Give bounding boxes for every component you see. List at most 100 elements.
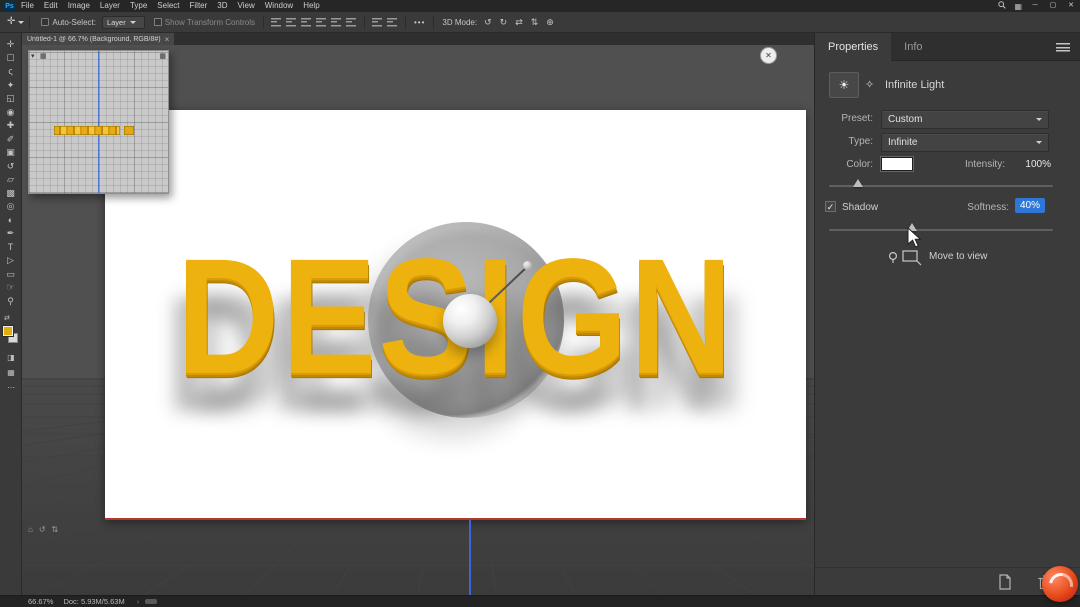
- document-canvas[interactable]: DESIGN: [105, 110, 806, 520]
- panel-tab-bar: Properties Info: [815, 33, 1080, 61]
- home-view-icon[interactable]: ⌂: [28, 525, 33, 534]
- secondary-view-swap-icon[interactable]: ▦: [159, 53, 166, 60]
- roll-3d-camera-icon[interactable]: ↻: [496, 17, 512, 28]
- menu-filter[interactable]: Filter: [185, 0, 213, 12]
- light-widget-sphere[interactable]: [443, 294, 497, 348]
- shadow-checkbox[interactable]: ✓: [825, 201, 836, 212]
- light-type-dropdown[interactable]: Infinite: [881, 133, 1049, 152]
- status-chevron-icon[interactable]: ›: [137, 597, 140, 606]
- orbit-3d-camera-icon[interactable]: ↺: [480, 17, 496, 28]
- eyedropper-tool-icon[interactable]: ◉: [0, 106, 21, 120]
- light-handle-knob[interactable]: [523, 261, 532, 270]
- slide-3d-camera-icon[interactable]: ⇅: [527, 17, 543, 28]
- align-right-icon[interactable]: [301, 18, 312, 27]
- orbit-view-icon[interactable]: ↺: [39, 525, 46, 534]
- preset-dropdown[interactable]: Custom: [881, 110, 1049, 129]
- marquee-tool-icon[interactable]: ☐: [0, 52, 21, 66]
- tool-glyph: ς: [8, 67, 12, 76]
- menu-file[interactable]: File: [16, 0, 39, 12]
- document-tab[interactable]: Untitled-1 @ 66.7% (Background, RGB/8#) …: [22, 33, 174, 45]
- brush-tool-icon[interactable]: ✐: [0, 133, 21, 147]
- panel-menu-icon[interactable]: [1056, 43, 1070, 52]
- menu-select[interactable]: Select: [152, 0, 184, 12]
- softness-slider-track[interactable]: [829, 229, 1053, 231]
- menu-window[interactable]: Window: [260, 0, 298, 12]
- menu-type[interactable]: Type: [125, 0, 152, 12]
- align-center-h-icon[interactable]: [286, 18, 297, 27]
- align-middle-icon[interactable]: [331, 18, 342, 27]
- auto-select-checkbox[interactable]: [41, 18, 49, 26]
- pen-tool-icon[interactable]: ✒: [0, 227, 21, 241]
- hand-tool-icon[interactable]: ☞: [0, 281, 21, 295]
- foreground-color-swatch[interactable]: [3, 326, 13, 336]
- menu-layer[interactable]: Layer: [95, 0, 125, 12]
- swap-view-icon[interactable]: ⇅: [52, 525, 59, 534]
- healing-brush-tool-icon[interactable]: ✚: [0, 119, 21, 133]
- zoom-3d-camera-icon[interactable]: ⊕: [542, 17, 558, 28]
- blur-tool-icon[interactable]: ◎: [0, 200, 21, 214]
- move-tool-preset-icon[interactable]: ✛: [7, 17, 15, 27]
- tool-preset-caret-icon[interactable]: [18, 21, 24, 24]
- align-top-icon[interactable]: [316, 18, 327, 27]
- move-to-view-label[interactable]: Move to view: [929, 251, 987, 262]
- workspace-switcher-icon[interactable]: ▦: [1010, 2, 1026, 11]
- path-selection-tool-icon[interactable]: ▷: [0, 254, 21, 268]
- 3d-mode-label: 3D Mode:: [442, 18, 477, 27]
- menu-help[interactable]: Help: [298, 0, 324, 12]
- distribute-h-icon[interactable]: [372, 18, 383, 27]
- search-icon[interactable]: [994, 1, 1010, 11]
- status-scrollbar-thumb[interactable]: [145, 599, 157, 604]
- top-view-guide: [98, 51, 99, 193]
- quick-selection-tool-icon[interactable]: ✦: [0, 79, 21, 93]
- clone-stamp-tool-icon[interactable]: ▣: [0, 146, 21, 160]
- secondary-view-mode-icon[interactable]: ▦: [40, 53, 47, 60]
- zoom-tool-icon[interactable]: ⚲: [0, 295, 21, 309]
- shape-tool-icon[interactable]: ▭: [0, 268, 21, 282]
- menu-image[interactable]: Image: [63, 0, 95, 12]
- show-transform-checkbox[interactable]: [154, 18, 162, 26]
- more-tools-icon[interactable]: ⋯: [0, 383, 22, 392]
- minimize-button[interactable]: ─: [1026, 0, 1044, 12]
- infinite-light-icon[interactable]: ☀: [829, 72, 859, 98]
- swap-colors-icon[interactable]: ⇄: [4, 314, 10, 322]
- close-button[interactable]: ✕: [1062, 0, 1080, 12]
- menu-3d[interactable]: 3D: [212, 0, 232, 12]
- quick-mask-icon[interactable]: ◨: [0, 353, 22, 362]
- overlay-close-button[interactable]: ✕: [760, 47, 777, 64]
- gradient-tool-icon[interactable]: ▩: [0, 187, 21, 201]
- secondary-view-collapse-icon[interactable]: ▾: [31, 53, 35, 60]
- intensity-value[interactable]: 100%: [1013, 159, 1051, 170]
- new-light-icon[interactable]: [997, 574, 1013, 590]
- screen-mode-icon[interactable]: ▦: [0, 368, 22, 377]
- move-tool-icon[interactable]: ✛: [0, 38, 21, 52]
- tab-close-icon[interactable]: ×: [165, 35, 170, 44]
- secondary-view-panel[interactable]: ▾ ▦ ▦: [28, 50, 169, 194]
- history-brush-tool-icon[interactable]: ↺: [0, 160, 21, 174]
- align-bottom-icon[interactable]: [346, 18, 357, 27]
- menu-view[interactable]: View: [233, 0, 260, 12]
- vertical-guide-line: [469, 520, 471, 595]
- tool-glyph: ▩: [6, 189, 15, 198]
- align-left-icon[interactable]: [271, 18, 282, 27]
- menu-bar: Ps FileEditImageLayerTypeSelectFilter3DV…: [0, 0, 1080, 12]
- menu-edit[interactable]: Edit: [39, 0, 63, 12]
- eraser-tool-icon[interactable]: ▱: [0, 173, 21, 187]
- auto-select-target-dropdown[interactable]: Layer: [102, 16, 145, 29]
- restore-button[interactable]: ▢: [1044, 0, 1062, 12]
- pan-3d-camera-icon[interactable]: ⇄: [511, 17, 527, 28]
- divider: [433, 16, 434, 29]
- lasso-tool-icon[interactable]: ς: [0, 65, 21, 79]
- dodge-tool-icon[interactable]: ◐: [0, 214, 21, 228]
- distribute-v-icon[interactable]: [387, 18, 398, 27]
- softness-value[interactable]: 40%: [1015, 198, 1045, 213]
- intensity-slider-thumb[interactable]: [853, 179, 863, 187]
- more-options-icon[interactable]: •••: [414, 18, 425, 27]
- type-tool-icon[interactable]: T: [0, 241, 21, 255]
- tool-glyph: ✦: [7, 81, 15, 90]
- tab-properties[interactable]: Properties: [815, 33, 891, 61]
- crop-tool-icon[interactable]: ◱: [0, 92, 21, 106]
- preset-value: Custom: [888, 114, 922, 125]
- zoom-level[interactable]: 66.67%: [28, 597, 53, 606]
- tab-info[interactable]: Info: [891, 33, 935, 61]
- light-color-swatch[interactable]: [881, 157, 913, 171]
